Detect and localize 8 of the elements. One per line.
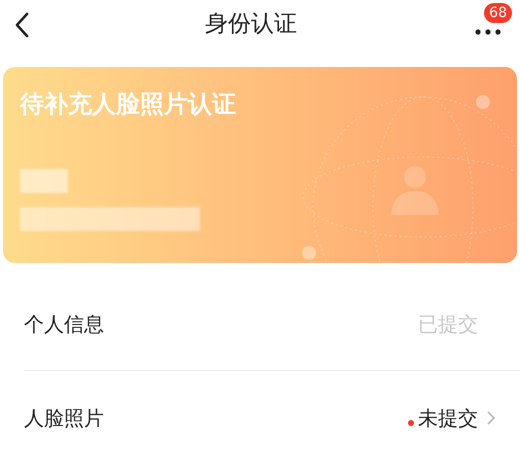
card-title: 待补充人脸照片认证 bbox=[20, 89, 237, 119]
blurred-text bbox=[20, 169, 68, 193]
item-status: 未提交 bbox=[418, 405, 478, 432]
notification-badge: 68 bbox=[484, 2, 512, 22]
page-title: 身份认证 bbox=[205, 13, 297, 36]
item-label: 个人信息 bbox=[24, 310, 105, 338]
item-label: 人脸照片 bbox=[24, 405, 105, 432]
more-icon[interactable] bbox=[475, 28, 501, 34]
